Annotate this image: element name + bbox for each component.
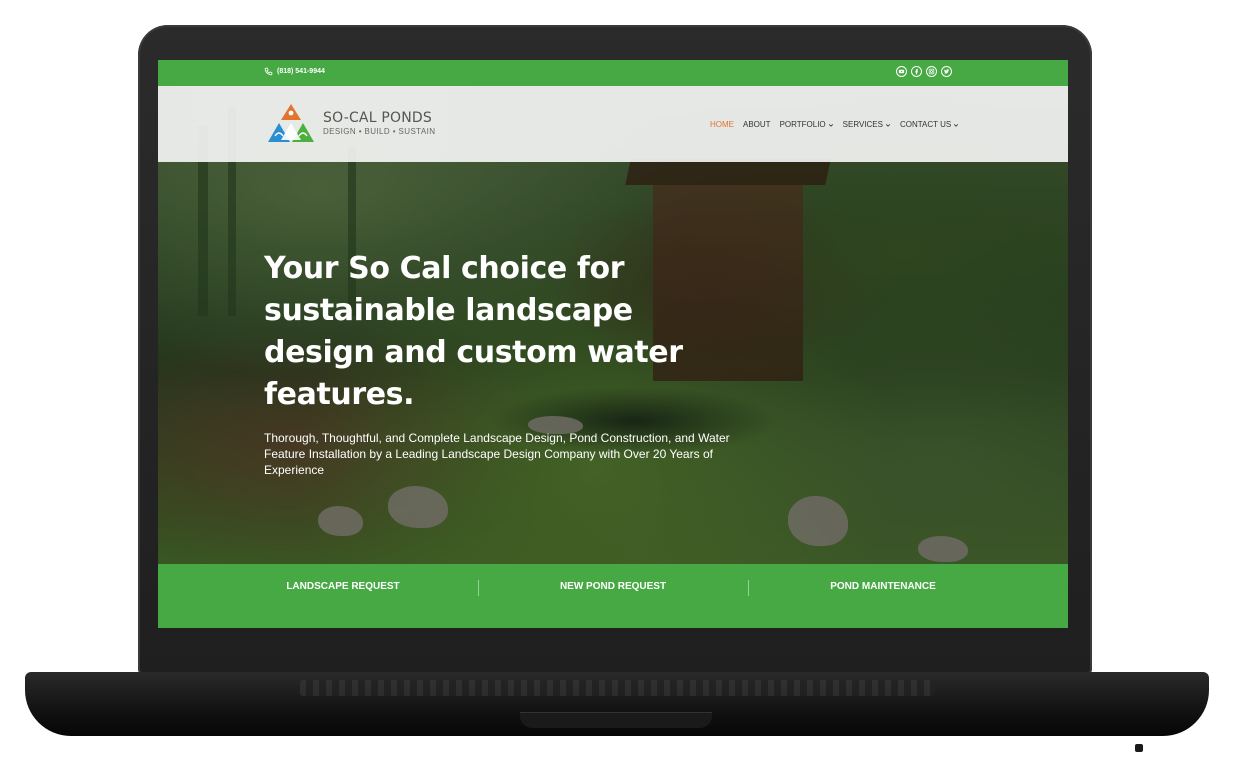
nav-item-label: CONTACT US — [899, 120, 952, 129]
keyboard-hinge — [300, 680, 935, 696]
cta-strip: LANDSCAPE REQUEST NEW POND REQUEST POND … — [158, 564, 1068, 628]
nav-item-about[interactable]: ABOUT — [743, 120, 771, 129]
chevron-down-icon — [885, 123, 891, 127]
youtube-icon[interactable] — [896, 66, 907, 77]
phone-link[interactable]: (818) 541-9944 — [264, 67, 325, 76]
landscape-request-button[interactable]: LANDSCAPE REQUEST — [243, 581, 443, 592]
top-bar: (818) 541-9944 — [158, 60, 1068, 86]
nav-item-home[interactable]: HOME — [710, 120, 734, 129]
chevron-down-icon — [828, 123, 833, 127]
brand-text[interactable]: SO-CAL PONDS DESIGN • BUILD • SUSTAIN — [323, 110, 435, 136]
twitter-icon[interactable] — [941, 66, 952, 77]
instagram-icon[interactable] — [926, 66, 937, 77]
main-nav: HOME ABOUT PORTFOLIO SERVICES CONTACT US — [710, 120, 968, 129]
chevron-down-icon — [954, 123, 959, 127]
hero-title: Your So Cal choice for sustainable lands… — [264, 251, 683, 412]
brand-name: SO-CAL PONDS — [323, 110, 432, 126]
divider — [478, 580, 479, 596]
laptop-screen: (818) 541-9944 SO-CAL PONDS DESIGN • BUI… — [158, 60, 1068, 628]
nav-item-contact-us[interactable]: CONTACT US — [900, 120, 959, 129]
pond-maintenance-button[interactable]: POND MAINTENANCE — [783, 581, 983, 592]
nav-item-label: HOME — [710, 120, 734, 129]
nav-item-label: ABOUT — [743, 120, 771, 129]
new-pond-request-button[interactable]: NEW POND REQUEST — [513, 581, 713, 592]
nav-item-label: PORTFOLIO — [779, 120, 826, 129]
nav-item-portfolio[interactable]: PORTFOLIO — [780, 120, 834, 129]
phone-number: (818) 541-9944 — [277, 68, 325, 75]
facebook-icon[interactable] — [911, 66, 922, 77]
triangle-logo-icon[interactable] — [264, 103, 318, 145]
divider — [748, 580, 749, 596]
laptop-foot — [1135, 744, 1143, 752]
site-header: SO-CAL PONDS DESIGN • BUILD • SUSTAIN HO… — [158, 86, 1068, 162]
brand-tagline: DESIGN • BUILD • SUSTAIN — [323, 127, 436, 136]
hero-subtitle: Thorough, Thoughtful, and Complete Lands… — [264, 431, 730, 477]
nav-item-services[interactable]: SERVICES — [843, 120, 891, 129]
nav-item-label: SERVICES — [842, 120, 883, 129]
laptop-notch — [520, 712, 712, 728]
social-links — [896, 66, 952, 77]
phone-icon — [264, 67, 273, 76]
